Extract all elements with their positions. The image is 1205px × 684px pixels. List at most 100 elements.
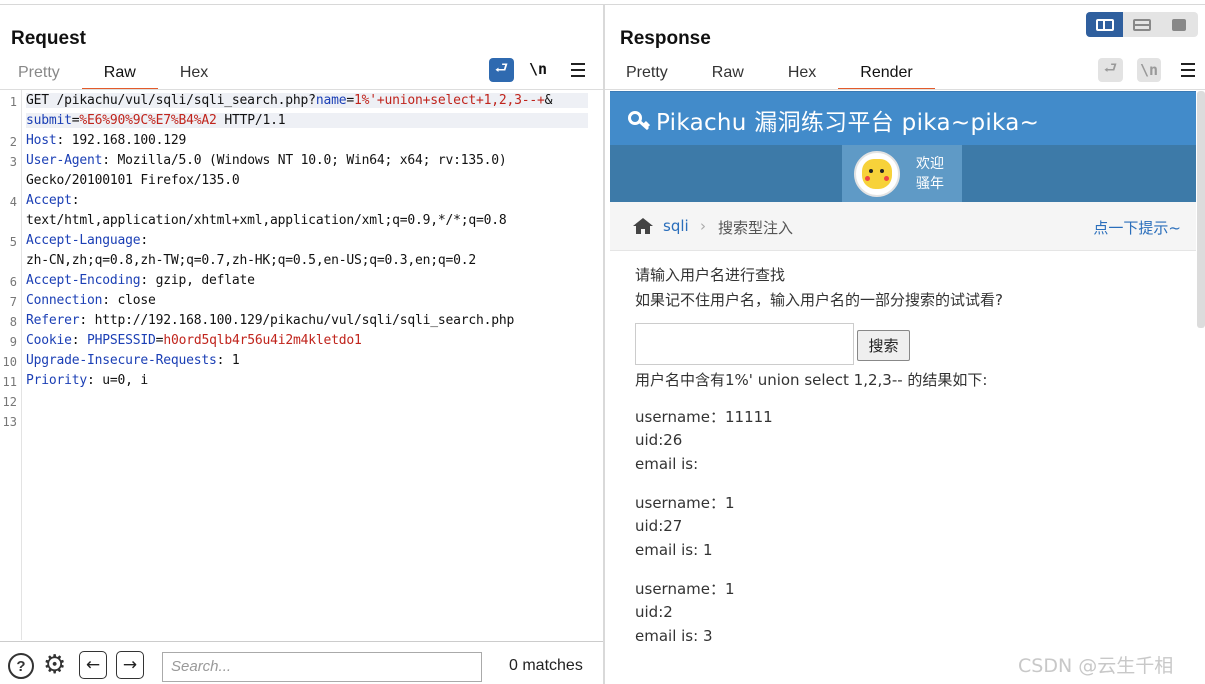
pikachu-icon xyxy=(862,158,892,189)
wrap-lines-button[interactable]: ⮐ xyxy=(489,58,514,82)
response-tab-hex[interactable]: Hex xyxy=(766,62,838,86)
line-number: 1 xyxy=(9,95,17,109)
code-line: Cookie: PHPSESSID=h0ord5qlb4r56u4i2m4kle… xyxy=(26,333,362,348)
code-line: User-Agent: Mozilla/5.0 (Windows NT 10.0… xyxy=(26,153,507,168)
response-tabs: Pretty Raw Hex Render xyxy=(604,62,936,90)
line-number: 8 xyxy=(9,315,17,329)
rendered-page: Pikachu 漏洞练习平台 pika~pika~ 欢迎 骚年 sqli › 搜… xyxy=(610,91,1196,684)
search-bar: ? ⚙ ← → Search... 0 matches xyxy=(0,641,603,684)
prompt-line-2: 如果记不住用户名，输入用户名的一部分搜索的试试看? xyxy=(635,291,1003,309)
line-number: 4 xyxy=(9,195,17,209)
breadcrumb: sqli › 搜索型注入 点一下提示~ xyxy=(610,202,1196,251)
request-editor[interactable]: 1 GET /pikachu/vul/sqli/sqli_search.php?n… xyxy=(0,90,600,640)
code-line: Connection: close xyxy=(26,293,156,308)
welcome-text: 欢迎 骚年 xyxy=(916,154,944,194)
result-uid: uid:26 xyxy=(635,431,683,449)
request-tabs: Pretty Raw Hex xyxy=(0,62,230,90)
site-header: Pikachu 漏洞练习平台 pika~pika~ xyxy=(610,91,1196,145)
layout-single-button[interactable] xyxy=(1161,12,1198,37)
result-email: email is: 1 xyxy=(635,541,713,559)
wrap-lines-icon: ⮐ xyxy=(1103,58,1118,77)
home-icon[interactable] xyxy=(632,217,654,237)
arrow-right-icon: → xyxy=(122,655,138,675)
response-title: Response xyxy=(620,28,711,49)
result-uid: uid:27 xyxy=(635,517,683,535)
next-match-button[interactable]: → xyxy=(116,651,144,679)
result-username: username：1 xyxy=(635,494,735,512)
response-tab-separator xyxy=(605,89,1205,90)
render-scrollbar[interactable] xyxy=(1197,91,1205,328)
line-number: 7 xyxy=(9,295,17,309)
response-show-newlines-button[interactable]: \n xyxy=(1137,58,1161,82)
result-email: email is: xyxy=(635,455,699,473)
welcome-line-1: 欢迎 xyxy=(916,155,944,172)
prompt-line-1: 请输入用户名进行查找 xyxy=(635,266,786,284)
search-input[interactable]: Search... xyxy=(162,652,482,682)
layout-horizontal-button[interactable] xyxy=(1123,12,1160,37)
response-wrap-lines-button[interactable]: ⮐ xyxy=(1098,58,1123,82)
response-tab-raw[interactable]: Raw xyxy=(690,62,766,86)
watermark: CSDN @云生千相 xyxy=(1018,655,1174,677)
site-title: Pikachu 漏洞练习平台 pika~pika~ xyxy=(628,103,1039,137)
response-tab-render[interactable]: Render xyxy=(838,62,936,90)
result-uid: uid:2 xyxy=(635,603,673,621)
response-tab-pretty[interactable]: Pretty xyxy=(604,62,690,86)
match-count: 0 matches xyxy=(509,657,583,674)
single-layout-icon xyxy=(1172,18,1187,31)
layout-toggle xyxy=(1086,12,1198,37)
code-line: Priority: u=0, i xyxy=(26,373,149,388)
code-line: Gecko/20100101 Firefox/135.0 xyxy=(26,173,240,188)
request-tab-raw[interactable]: Raw xyxy=(81,62,158,90)
site-title-text: Pikachu 漏洞练习平台 pika~pika~ xyxy=(656,110,1040,136)
code-line: Referer: http://192.168.100.129/pikachu/… xyxy=(26,313,515,328)
result-email: email is: 3 xyxy=(635,627,713,645)
arrow-left-icon: ← xyxy=(85,655,101,675)
result-header: 用户名中含有1%' union select 1,2,3-- 的结果如下: xyxy=(635,371,988,389)
wrap-lines-icon: ⮐ xyxy=(494,58,509,77)
burp-repeater-window: Request Pretty Raw Hex ⮐ \n 1 GET /pikachu/… xyxy=(0,0,1205,684)
username-search-input[interactable] xyxy=(635,323,854,365)
code-line: Accept-Language: xyxy=(26,233,149,248)
avatar xyxy=(854,150,900,197)
breadcrumb-separator-icon: › xyxy=(700,217,706,235)
code-line: text/html,application/xhtml+xml,applicat… xyxy=(26,213,507,228)
line-number: 10 xyxy=(2,355,17,369)
layout-split-button[interactable] xyxy=(1086,12,1124,37)
key-icon xyxy=(628,110,651,136)
breadcrumb-sqli-link[interactable]: sqli xyxy=(663,217,689,235)
request-tab-hex[interactable]: Hex xyxy=(158,62,230,86)
settings-gear-icon[interactable]: ⚙ xyxy=(43,652,66,678)
hint-link[interactable]: 点一下提示~ xyxy=(1093,217,1181,238)
pane-divider[interactable] xyxy=(603,5,605,684)
split-layout-icon xyxy=(1095,18,1114,31)
user-welcome[interactable]: 欢迎 骚年 xyxy=(842,145,962,202)
code-line: zh-CN,zh;q=0.8,zh-TW;q=0.7,zh-HK;q=0.5,e… xyxy=(26,253,476,268)
code-line: Accept: xyxy=(26,193,80,208)
search-button[interactable]: 搜索 xyxy=(857,330,910,361)
horizontal-layout-icon xyxy=(1132,18,1151,31)
breadcrumb-current: 搜索型注入 xyxy=(718,219,794,237)
response-menu-icon[interactable] xyxy=(1179,63,1197,77)
request-title: Request xyxy=(11,28,86,49)
code-line: submit=%E6%90%9C%E7%B4%A2 HTTP/1.1 xyxy=(26,113,588,128)
show-newlines-button[interactable]: \n xyxy=(529,60,547,78)
line-number: 5 xyxy=(9,235,17,249)
code-line: Host: 192.168.100.129 xyxy=(26,133,187,148)
line-number: 13 xyxy=(2,415,17,429)
line-number: 3 xyxy=(9,155,17,169)
code-line: GET /pikachu/vul/sqli/sqli_search.php?na… xyxy=(26,93,588,108)
line-number: 6 xyxy=(9,275,17,289)
code-line: Accept-Encoding: gzip, deflate xyxy=(26,273,255,288)
result-username: username：1 xyxy=(635,580,735,598)
line-number: 2 xyxy=(9,135,17,149)
site-nav-bar: 欢迎 骚年 xyxy=(610,145,1196,202)
line-number: 9 xyxy=(9,335,17,349)
menu-icon[interactable] xyxy=(569,63,587,77)
welcome-line-2: 骚年 xyxy=(916,175,944,192)
code-line: Upgrade-Insecure-Requests: 1 xyxy=(26,353,240,368)
request-tab-pretty[interactable]: Pretty xyxy=(0,62,82,86)
help-icon[interactable]: ? xyxy=(8,653,34,679)
result-username: username：11111 xyxy=(635,408,773,426)
previous-match-button[interactable]: ← xyxy=(79,651,107,679)
line-number: 12 xyxy=(2,395,17,409)
